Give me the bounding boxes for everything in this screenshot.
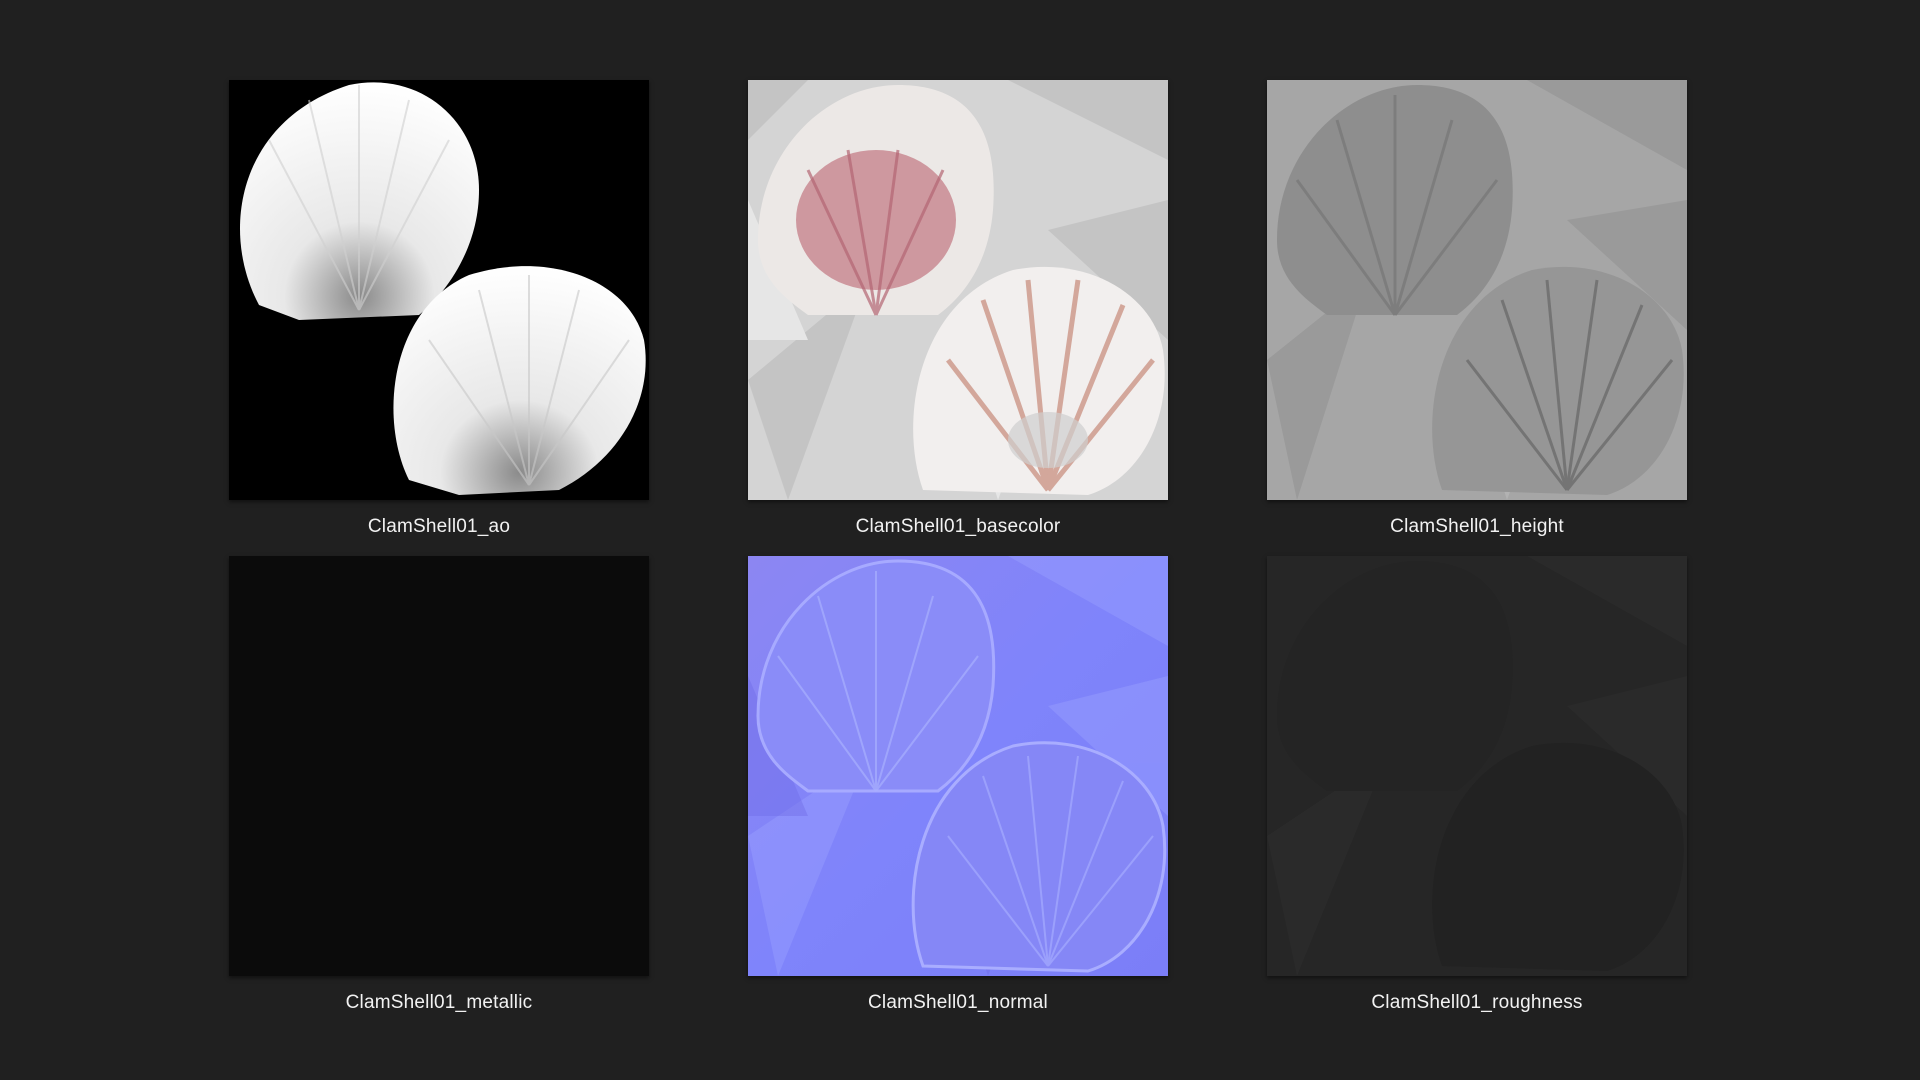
roughness-image — [1267, 556, 1687, 976]
ao-image — [229, 80, 649, 500]
file-tile-normal[interactable]: ClamShell01_normal — [748, 556, 1168, 1014]
file-name-label: ClamShell01_normal — [868, 992, 1048, 1013]
file-name-label: ClamShell01_metallic — [345, 992, 533, 1013]
file-tile-roughness[interactable]: ClamShell01_roughness — [1267, 556, 1687, 1014]
normal-image — [748, 556, 1168, 976]
metallic-image — [229, 556, 649, 976]
basecolor-image — [748, 80, 1168, 500]
height-image — [1267, 80, 1687, 500]
normal-thumbnail[interactable] — [748, 556, 1168, 976]
basecolor-thumbnail[interactable] — [748, 80, 1168, 500]
file-name-label: ClamShell01_roughness — [1371, 992, 1583, 1013]
file-tile-height[interactable]: ClamShell01_height — [1267, 80, 1687, 538]
file-name-label: ClamShell01_height — [1390, 516, 1564, 537]
metallic-thumbnail[interactable] — [229, 556, 649, 976]
ao-thumbnail[interactable] — [229, 80, 649, 500]
height-thumbnail[interactable] — [1267, 80, 1687, 500]
file-tile-metallic[interactable]: ClamShell01_metallic — [229, 556, 649, 1014]
file-tile-basecolor[interactable]: ClamShell01_basecolor — [748, 80, 1168, 538]
roughness-thumbnail[interactable] — [1267, 556, 1687, 976]
file-name-label: ClamShell01_ao — [367, 516, 511, 537]
file-tile-ao[interactable]: ClamShell01_ao — [229, 80, 649, 538]
thumbnail-grid: ClamShell01_ao ClamShell01_basecolor Cla… — [0, 0, 1920, 1080]
file-name-label: ClamShell01_basecolor — [855, 516, 1061, 537]
